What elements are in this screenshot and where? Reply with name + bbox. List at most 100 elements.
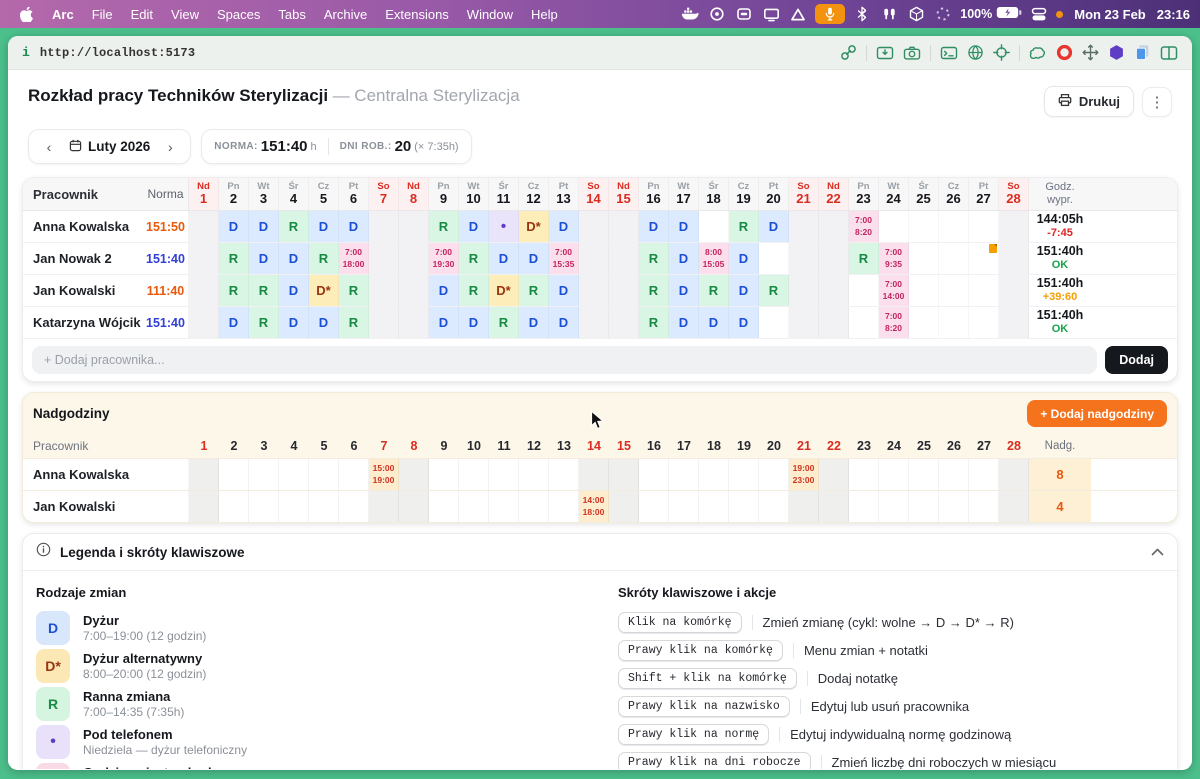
shift-cell-day-21[interactable] [789, 211, 819, 242]
shift-cell-day-5[interactable]: R [309, 243, 339, 274]
print-button[interactable]: Drukuj [1044, 86, 1134, 117]
shift-cell-day-9[interactable]: R [429, 211, 459, 242]
overtime-cell-day-26[interactable] [939, 491, 969, 522]
overtime-cell-day-8[interactable] [399, 491, 429, 522]
overtime-cell-day-15[interactable] [609, 491, 639, 522]
shift-cell-day-24[interactable]: 7:009:35 [879, 243, 909, 274]
shift-cell-day-21[interactable] [789, 307, 819, 338]
overtime-cell-day-6[interactable] [339, 491, 369, 522]
overtime-cell-day-19[interactable] [729, 491, 759, 522]
overtime-cell-day-14[interactable]: 14:0018:00 [579, 491, 609, 522]
overtime-cell-day-3[interactable] [249, 459, 279, 490]
shift-cell-day-18[interactable]: R [699, 275, 729, 306]
shift-cell-day-3[interactable]: R [249, 307, 279, 338]
employee-norma[interactable]: 151:50 [143, 211, 189, 242]
shift-cell-day-12[interactable]: D* [519, 211, 549, 242]
shift-cell-day-4[interactable]: R [279, 211, 309, 242]
overtime-cell-day-5[interactable] [309, 491, 339, 522]
shift-cell-day-27[interactable] [969, 275, 999, 306]
shift-cell-day-28[interactable] [999, 275, 1029, 306]
shift-cell-day-6[interactable]: R [339, 275, 369, 306]
shift-cell-day-10[interactable]: R [459, 243, 489, 274]
shift-cell-day-25[interactable] [909, 243, 939, 274]
add-employee-button[interactable]: Dodaj [1105, 346, 1168, 374]
shift-cell-day-2[interactable]: R [219, 275, 249, 306]
shift-cell-day-18[interactable]: 8:0015:05 [699, 243, 729, 274]
employee-norma[interactable]: 151:40 [143, 243, 189, 274]
employee-norma[interactable]: 111:40 [143, 275, 189, 306]
prev-month-button[interactable]: ‹ [37, 135, 61, 159]
shift-cell-day-10[interactable]: R [459, 275, 489, 306]
shift-cell-day-21[interactable] [789, 275, 819, 306]
shift-cell-day-20[interactable] [759, 243, 789, 274]
ghost-icon[interactable] [1029, 45, 1047, 61]
target-icon[interactable] [993, 44, 1010, 61]
overtime-employee-name[interactable]: Jan Kowalski [23, 491, 189, 522]
shift-cell-day-23[interactable]: R [849, 243, 879, 274]
shift-cell-day-13[interactable]: D [549, 307, 579, 338]
terminal-icon[interactable] [940, 45, 958, 61]
shift-cell-day-15[interactable] [609, 275, 639, 306]
shift-cell-day-17[interactable]: D [669, 307, 699, 338]
overtime-cell-day-20[interactable] [759, 491, 789, 522]
employee-name[interactable]: Jan Nowak 2 [23, 243, 143, 274]
shift-cell-day-11[interactable]: • [489, 211, 519, 242]
overtime-cell-day-22[interactable] [819, 491, 849, 522]
shift-cell-day-25[interactable] [909, 307, 939, 338]
shift-cell-day-26[interactable] [939, 211, 969, 242]
shift-cell-day-17[interactable]: D [669, 243, 699, 274]
shift-cell-day-7[interactable] [369, 307, 399, 338]
overtime-cell-day-28[interactable] [999, 459, 1029, 490]
shift-cell-day-5[interactable]: D* [309, 275, 339, 306]
shift-cell-day-8[interactable] [399, 307, 429, 338]
display-icon[interactable] [761, 4, 781, 24]
employee-name[interactable]: Jan Kowalski [23, 275, 143, 306]
employee-name[interactable]: Katarzyna Wójcik [23, 307, 143, 338]
shift-cell-day-9[interactable]: 7:0019:30 [429, 243, 459, 274]
month-label[interactable]: Luty 2026 [61, 139, 158, 155]
shift-cell-day-22[interactable] [819, 307, 849, 338]
overtime-cell-day-2[interactable] [219, 459, 249, 490]
overtime-cell-day-18[interactable] [699, 491, 729, 522]
shift-cell-day-19[interactable]: D [729, 275, 759, 306]
menubar-item-view[interactable]: View [162, 7, 208, 22]
more-menu-button[interactable]: ⋮ [1142, 87, 1172, 117]
overtime-cell-day-17[interactable] [669, 491, 699, 522]
shift-cell-day-13[interactable]: D [549, 275, 579, 306]
shift-cell-day-18[interactable] [699, 211, 729, 242]
shift-cell-day-6[interactable]: D [339, 211, 369, 242]
menubar-time[interactable]: 23:16 [1153, 7, 1190, 22]
overtime-cell-day-25[interactable] [909, 491, 939, 522]
shift-cell-day-17[interactable]: D [669, 275, 699, 306]
link-icon[interactable] [840, 44, 857, 61]
shift-cell-day-6[interactable]: 7:0018:00 [339, 243, 369, 274]
menubar-item-edit[interactable]: Edit [122, 7, 162, 22]
shift-cell-day-23[interactable] [849, 275, 879, 306]
shift-cell-day-8[interactable] [399, 243, 429, 274]
devices-icon[interactable] [1029, 4, 1049, 24]
shift-cell-day-26[interactable] [939, 307, 969, 338]
shift-cell-day-26[interactable] [939, 243, 969, 274]
shift-cell-day-24[interactable]: 7:008:20 [879, 307, 909, 338]
overtime-cell-day-13[interactable] [549, 491, 579, 522]
shift-cell-day-19[interactable]: R [729, 211, 759, 242]
record-icon[interactable] [707, 4, 727, 24]
shift-cell-day-3[interactable]: D [249, 243, 279, 274]
overtime-cell-day-11[interactable] [489, 491, 519, 522]
overtime-cell-day-24[interactable] [879, 491, 909, 522]
shift-cell-day-11[interactable]: D [489, 243, 519, 274]
overtime-cell-day-21[interactable] [789, 491, 819, 522]
shift-cell-day-27[interactable] [969, 211, 999, 242]
overtime-employee-name[interactable]: Anna Kowalska [23, 459, 189, 490]
shift-cell-day-12[interactable]: R [519, 275, 549, 306]
overtime-cell-day-26[interactable] [939, 459, 969, 490]
site-info-icon[interactable]: i [22, 45, 30, 60]
overtime-cell-day-8[interactable] [399, 459, 429, 490]
shift-cell-day-1[interactable] [189, 275, 219, 306]
shift-cell-day-2[interactable]: D [219, 211, 249, 242]
shift-cell-day-5[interactable]: D [309, 211, 339, 242]
shift-cell-day-8[interactable] [399, 275, 429, 306]
shift-cell-day-22[interactable] [819, 275, 849, 306]
overtime-cell-day-10[interactable] [459, 491, 489, 522]
shift-cell-day-1[interactable] [189, 307, 219, 338]
